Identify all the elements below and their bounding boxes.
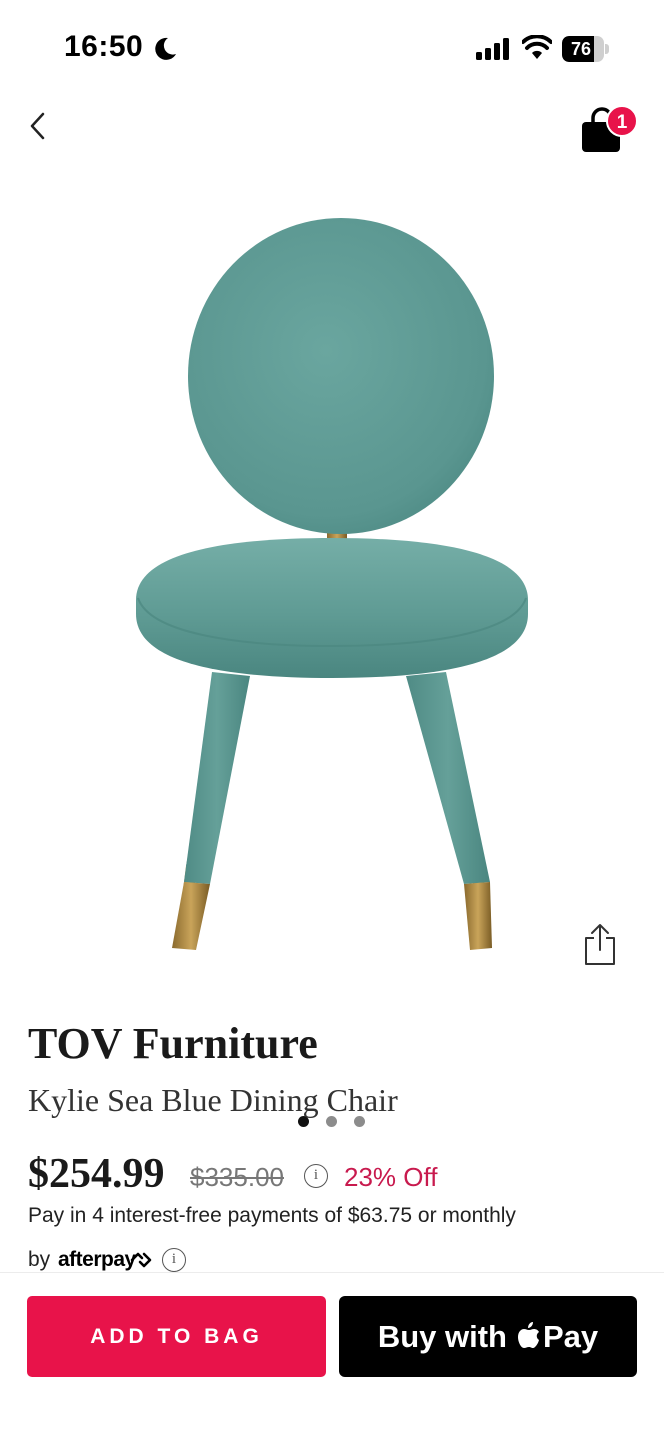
share-icon [585,924,615,965]
chevron-left-icon [30,112,45,140]
installments-text: Pay in 4 interest-free payments of $63.7… [28,1204,516,1227]
afterpay-row: by afterpay i [28,1246,328,1274]
divider [0,1272,664,1273]
apple-logo-icon [518,1321,539,1348]
product-brand[interactable]: TOV Furniture [28,1018,318,1069]
pay-label: Pay [543,1318,599,1354]
back-button[interactable] [18,104,58,148]
add-to-bag-button[interactable]: ADD TO BAG [27,1296,326,1377]
chair-image [136,218,528,950]
moon-icon [155,37,176,60]
price-info-icon[interactable]: i [304,1164,328,1188]
sale-price: $254.99 [28,1151,165,1197]
status-bar: 16:50 76 [0,0,664,96]
afterpay-by-label: by [28,1248,51,1271]
afterpay-info-icon[interactable]: i [162,1248,186,1272]
product-name: Kylie Sea Blue Dining Chair [28,1082,398,1118]
discount-badge: 23% Off [344,1162,438,1192]
battery-icon: 76 [562,36,610,62]
battery-level: 76 [570,39,592,59]
buy-with-label: Buy with [377,1318,507,1354]
signal-icon [476,38,509,60]
original-price: $335.00 [190,1162,284,1192]
bag-count-badge: 1 [606,105,638,137]
share-button[interactable] [580,922,620,966]
price-row: $254.99 $335.00 i 23% Off [28,1150,648,1200]
shopping-bag-button[interactable]: 1 [574,102,640,154]
product-image[interactable] [0,166,664,1127]
status-time: 16:50 [64,30,144,63]
afterpay-logo: afterpay [58,1248,136,1271]
wifi-icon [522,35,552,59]
apple-pay-button[interactable]: Buy with Pay [339,1296,637,1377]
afterpay-logo-mark-icon [130,1252,152,1268]
